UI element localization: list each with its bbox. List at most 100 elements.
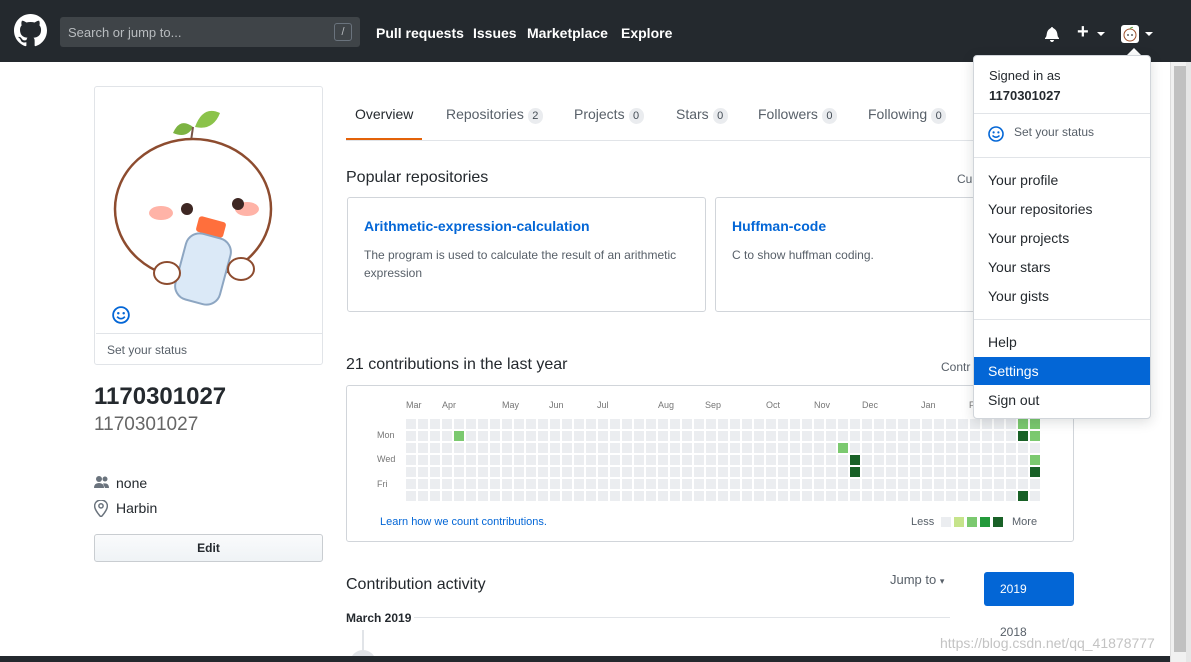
- contribution-day[interactable]: [922, 491, 932, 501]
- contribution-day[interactable]: [718, 443, 728, 453]
- contribution-day[interactable]: [562, 467, 572, 477]
- contribution-day[interactable]: [874, 467, 884, 477]
- contribution-day[interactable]: [1030, 491, 1040, 501]
- contribution-day[interactable]: [1018, 431, 1028, 441]
- contribution-day[interactable]: [970, 491, 980, 501]
- contribution-day[interactable]: [502, 419, 512, 429]
- jump-to-dropdown[interactable]: Jump to ▾: [890, 572, 944, 587]
- contribution-day[interactable]: [454, 431, 464, 441]
- contribution-day[interactable]: [1018, 491, 1028, 501]
- contribution-day[interactable]: [874, 479, 884, 489]
- contribution-day[interactable]: [430, 467, 440, 477]
- contribution-day[interactable]: [970, 443, 980, 453]
- contribution-day[interactable]: [598, 419, 608, 429]
- contribution-day[interactable]: [946, 455, 956, 465]
- contribution-day[interactable]: [538, 479, 548, 489]
- contribution-day[interactable]: [730, 431, 740, 441]
- contribution-day[interactable]: [802, 431, 812, 441]
- contribution-day[interactable]: [706, 479, 716, 489]
- contribution-day[interactable]: [826, 431, 836, 441]
- contribution-day[interactable]: [706, 443, 716, 453]
- contribution-day[interactable]: [694, 491, 704, 501]
- contribution-day[interactable]: [550, 431, 560, 441]
- contribution-day[interactable]: [934, 443, 944, 453]
- contribution-day[interactable]: [850, 455, 860, 465]
- contribution-day[interactable]: [550, 455, 560, 465]
- menu-your-profile[interactable]: Your profile: [974, 166, 1150, 194]
- contribution-day[interactable]: [838, 491, 848, 501]
- contribution-day[interactable]: [874, 443, 884, 453]
- contribution-day[interactable]: [682, 455, 692, 465]
- contribution-day[interactable]: [706, 431, 716, 441]
- contribution-day[interactable]: [622, 479, 632, 489]
- contribution-day[interactable]: [790, 431, 800, 441]
- contribution-day[interactable]: [922, 431, 932, 441]
- contribution-day[interactable]: [766, 491, 776, 501]
- contribution-day[interactable]: [778, 443, 788, 453]
- repo-link[interactable]: Arithmetic-expression-calculation: [364, 218, 590, 234]
- contribution-day[interactable]: [742, 479, 752, 489]
- contribution-day[interactable]: [970, 455, 980, 465]
- contribution-day[interactable]: [658, 455, 668, 465]
- contribution-day[interactable]: [538, 419, 548, 429]
- contribution-day[interactable]: [634, 479, 644, 489]
- contribution-day[interactable]: [886, 431, 896, 441]
- contribution-day[interactable]: [838, 419, 848, 429]
- contribution-day[interactable]: [478, 443, 488, 453]
- header-avatar[interactable]: [1121, 25, 1139, 43]
- contribution-day[interactable]: [886, 491, 896, 501]
- contribution-day[interactable]: [514, 491, 524, 501]
- contribution-day[interactable]: [802, 479, 812, 489]
- contribution-day[interactable]: [994, 467, 1004, 477]
- contribution-day[interactable]: [646, 455, 656, 465]
- contribution-day[interactable]: [634, 467, 644, 477]
- contribution-day[interactable]: [778, 455, 788, 465]
- contribution-day[interactable]: [718, 419, 728, 429]
- contribution-day[interactable]: [934, 491, 944, 501]
- contribution-day[interactable]: [766, 455, 776, 465]
- contribution-day[interactable]: [622, 491, 632, 501]
- contribution-day[interactable]: [946, 419, 956, 429]
- contribution-day[interactable]: [430, 431, 440, 441]
- contribution-day[interactable]: [778, 491, 788, 501]
- contribution-day[interactable]: [478, 419, 488, 429]
- contribution-day[interactable]: [574, 419, 584, 429]
- contribution-day[interactable]: [490, 431, 500, 441]
- contribution-day[interactable]: [550, 443, 560, 453]
- contribution-day[interactable]: [610, 491, 620, 501]
- contribution-day[interactable]: [586, 455, 596, 465]
- contribution-day[interactable]: [490, 455, 500, 465]
- contribution-day[interactable]: [442, 479, 452, 489]
- contribution-day[interactable]: [622, 431, 632, 441]
- contribution-day[interactable]: [958, 479, 968, 489]
- contribution-day[interactable]: [838, 467, 848, 477]
- contribution-day[interactable]: [430, 479, 440, 489]
- contribution-day[interactable]: [898, 431, 908, 441]
- contribution-day[interactable]: [790, 479, 800, 489]
- contribution-day[interactable]: [922, 419, 932, 429]
- contribution-day[interactable]: [730, 443, 740, 453]
- contribution-day[interactable]: [1006, 431, 1016, 441]
- contribution-day[interactable]: [766, 431, 776, 441]
- contribution-day[interactable]: [718, 455, 728, 465]
- contribution-day[interactable]: [706, 467, 716, 477]
- contribution-day[interactable]: [598, 443, 608, 453]
- contribution-day[interactable]: [574, 491, 584, 501]
- contribution-day[interactable]: [862, 491, 872, 501]
- contribution-day[interactable]: [1030, 443, 1040, 453]
- contribution-day[interactable]: [994, 419, 1004, 429]
- contribution-day[interactable]: [826, 467, 836, 477]
- customize-pins-link[interactable]: Cu: [957, 172, 972, 186]
- contribution-day[interactable]: [550, 467, 560, 477]
- contribution-day[interactable]: [442, 443, 452, 453]
- contribution-day[interactable]: [634, 491, 644, 501]
- contribution-day[interactable]: [454, 455, 464, 465]
- contribution-day[interactable]: [610, 479, 620, 489]
- contribution-day[interactable]: [862, 467, 872, 477]
- contribution-day[interactable]: [1030, 455, 1040, 465]
- contribution-day[interactable]: [682, 479, 692, 489]
- contribution-day[interactable]: [1006, 443, 1016, 453]
- contribution-day[interactable]: [850, 467, 860, 477]
- contribution-day[interactable]: [610, 443, 620, 453]
- menu-your-gists[interactable]: Your gists: [974, 282, 1150, 310]
